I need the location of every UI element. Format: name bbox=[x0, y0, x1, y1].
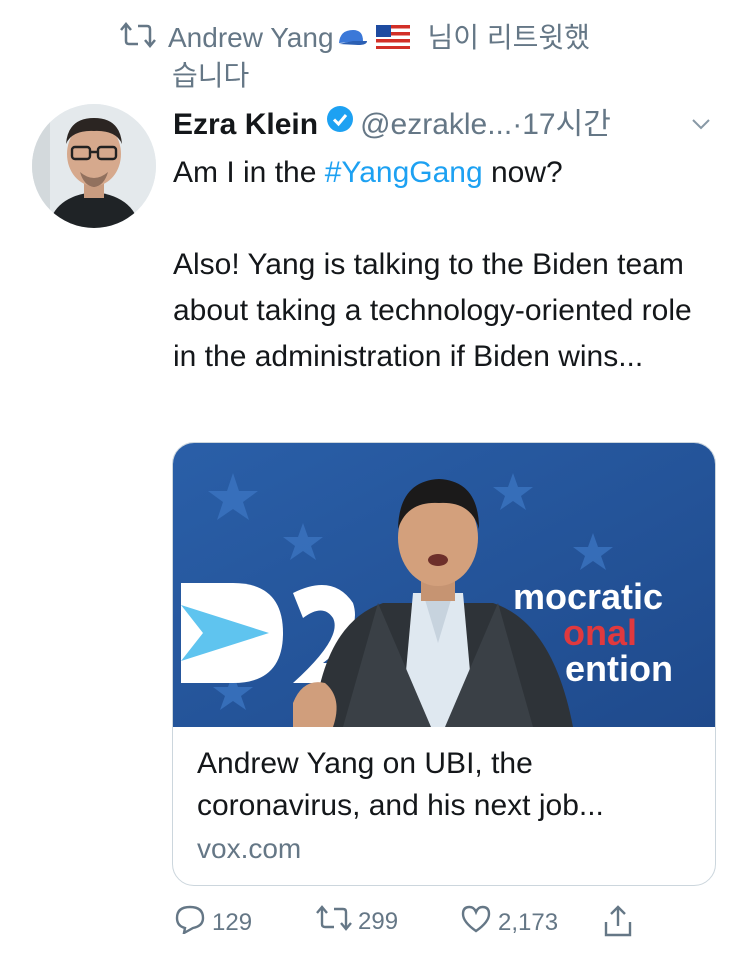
author-handle[interactable]: @ezrakle... bbox=[360, 108, 512, 141]
like-count: 2,173 bbox=[498, 908, 559, 936]
card-image[interactable]: mocratic onal ention bbox=[173, 443, 715, 727]
verified-badge-icon bbox=[326, 104, 354, 144]
tweet-body: Also! Yang is talking to the Biden team … bbox=[173, 248, 701, 373]
retweet-suffix: 님이 리트윗했 bbox=[427, 22, 590, 53]
share-button[interactable] bbox=[602, 904, 640, 945]
retweet-context[interactable]: Andrew Yang 님이 리트윗했 습니다 bbox=[120, 20, 680, 94]
us-flag-emoji-icon bbox=[375, 22, 410, 58]
tweet-line-1-end: now? bbox=[482, 156, 563, 189]
share-icon bbox=[602, 904, 640, 945]
reply-icon bbox=[174, 904, 212, 941]
retweeter-name[interactable]: Andrew Yang bbox=[168, 22, 334, 53]
tweet-header: Ezra Klein @ezrakle...·17시간 bbox=[173, 104, 733, 144]
retweet-suffix-2: 습니다 bbox=[172, 60, 250, 92]
like-button[interactable]: 2,173 bbox=[460, 904, 558, 941]
card-title[interactable]: Andrew Yang on UBI, the coronavirus, and… bbox=[197, 743, 697, 827]
retweet-action-icon bbox=[316, 904, 358, 939]
card-domain: vox.com bbox=[197, 833, 302, 864]
tweet-time[interactable]: 17시간 bbox=[522, 108, 611, 141]
author-name[interactable]: Ezra Klein bbox=[173, 108, 318, 141]
retweet-icon bbox=[120, 21, 156, 58]
avatar[interactable] bbox=[32, 104, 156, 228]
heart-icon bbox=[460, 904, 498, 941]
tweet-text: Am I in the #YangGang now? Also! Yang is… bbox=[173, 150, 723, 380]
hashtag-link[interactable]: #YangGang bbox=[325, 156, 483, 189]
reply-count: 129 bbox=[212, 908, 253, 936]
card-image-text-1: mocratic bbox=[513, 576, 663, 617]
retweet-button[interactable]: 299 bbox=[316, 904, 398, 939]
chevron-down-icon[interactable] bbox=[689, 106, 713, 146]
reply-button[interactable]: 129 bbox=[174, 904, 252, 941]
tweet-line-1-start: Am I in the bbox=[173, 156, 325, 189]
tweet-actions: 129 299 2,173 bbox=[174, 904, 674, 944]
header-separator: · bbox=[512, 107, 523, 141]
retweet-count: 299 bbox=[358, 907, 399, 935]
link-card[interactable]: mocratic onal ention Andrew Yang on UBI,… bbox=[172, 442, 716, 886]
cap-emoji-icon bbox=[336, 22, 368, 58]
card-image-text-3: ention bbox=[565, 648, 673, 689]
card-image-text-2: onal bbox=[563, 612, 637, 653]
